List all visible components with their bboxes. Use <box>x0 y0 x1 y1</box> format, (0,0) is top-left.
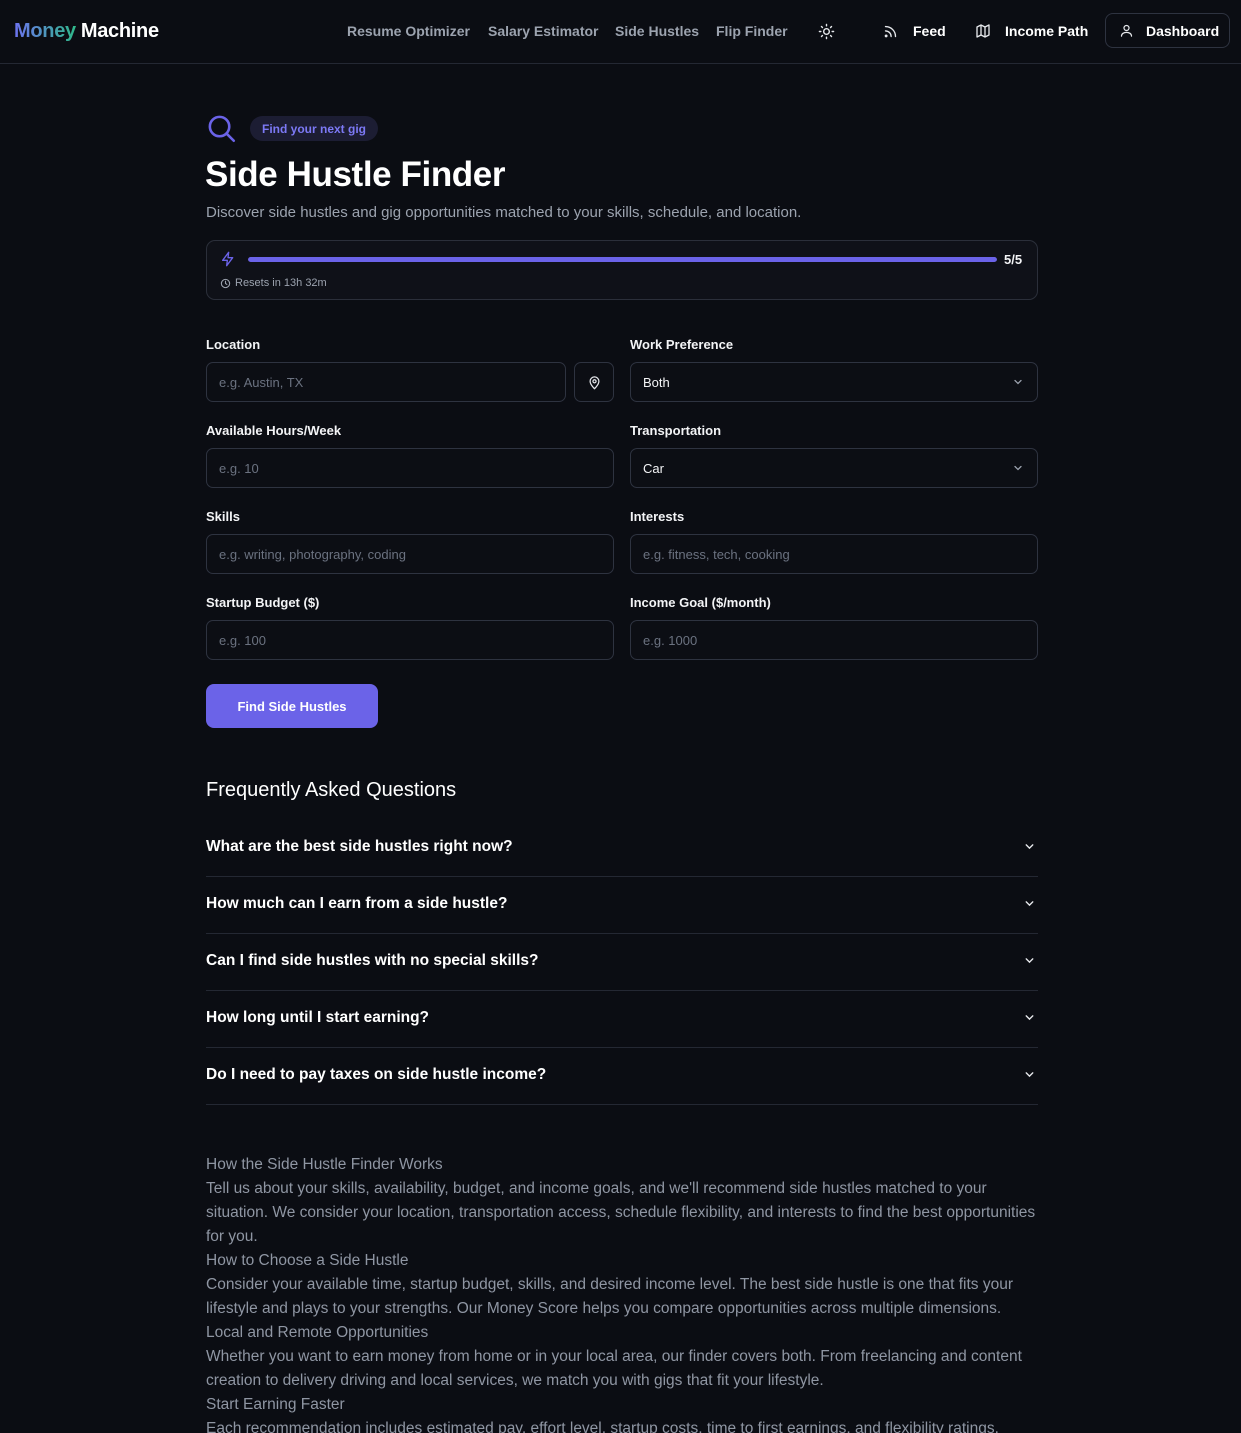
transportation-label: Transportation <box>630 423 722 438</box>
work-preference-select[interactable]: Both <box>630 362 1038 402</box>
page-subtitle: Discover side hustles and gig opportunit… <box>206 204 802 221</box>
work-preference-value: Both <box>643 374 670 390</box>
budget-label: Startup Budget ($) <box>206 595 320 610</box>
faq-item[interactable]: How much can I earn from a side hustle? <box>206 877 1038 934</box>
chevron-down-icon <box>1023 954 1036 972</box>
article-paragraph: Consider your available time, startup bu… <box>206 1276 1013 1317</box>
article-paragraph: Each recommendation includes estimated p… <box>206 1420 999 1433</box>
location-label: Location <box>206 337 261 352</box>
income-goal-field <box>630 620 1038 660</box>
article-heading: How to Choose a Side Hustle <box>206 1252 409 1269</box>
income-goal-input[interactable] <box>631 621 1037 659</box>
budget-input[interactable] <box>207 621 613 659</box>
reset-text: Resets in 13h 32m <box>235 277 327 289</box>
search-icon <box>206 113 237 149</box>
usage-meter: 5/5 Resets in 13h 32m <box>206 240 1038 300</box>
faq-item[interactable]: Do I need to pay taxes on side hustle in… <box>206 1048 1038 1105</box>
lightning-icon <box>220 251 236 272</box>
hours-label: Available Hours/Week <box>206 423 342 438</box>
hours-input[interactable] <box>207 449 613 487</box>
location-field <box>206 362 566 402</box>
clock-icon <box>220 278 231 289</box>
nav-side-hustles[interactable]: Side Hustles <box>615 23 699 39</box>
chevron-down-icon <box>1012 376 1024 388</box>
top-nav: Money Machine Resume Optimizer Salary Est… <box>0 0 1241 64</box>
dashboard-button[interactable]: Dashboard <box>1105 13 1230 48</box>
location-input[interactable] <box>207 363 565 401</box>
article-paragraph: Whether you want to earn money from home… <box>206 1348 1022 1389</box>
rss-icon <box>883 24 898 39</box>
article-heading: Local and Remote Opportunities <box>206 1324 429 1341</box>
nav-flip-finder[interactable]: Flip Finder <box>716 23 788 39</box>
brand-money: Money <box>14 20 76 42</box>
faq-question: How much can I earn from a side hustle? <box>206 895 508 912</box>
chevron-down-icon <box>1023 840 1036 858</box>
work-preference-label: Work Preference <box>630 337 734 352</box>
page-title: Side Hustle Finder <box>205 155 506 194</box>
article-heading: How the Side Hustle Finder Works <box>206 1156 443 1173</box>
seo-article: How the Side Hustle Finder Works Tell us… <box>206 1153 1038 1433</box>
brand-logo[interactable]: Money Machine <box>14 20 159 43</box>
faq-question: What are the best side hustles right now… <box>206 838 513 855</box>
hours-field <box>206 448 614 488</box>
tagline-pill: Find your next gig <box>250 116 378 141</box>
sun-icon[interactable] <box>818 23 835 40</box>
faq-question: Can I find side hustles with no special … <box>206 952 539 969</box>
faq-item[interactable]: How long until I start earning? <box>206 991 1038 1048</box>
skills-field <box>206 534 614 574</box>
nav-feed[interactable]: Feed <box>913 23 946 39</box>
chevron-down-icon <box>1023 1068 1036 1086</box>
faq-question: How long until I start earning? <box>206 1009 430 1026</box>
article-heading: Start Earning Faster <box>206 1396 345 1413</box>
interests-label: Interests <box>630 509 685 524</box>
interests-input[interactable] <box>631 535 1037 573</box>
faq-question: Do I need to pay taxes on side hustle in… <box>206 1066 547 1083</box>
nav-salary-estimator[interactable]: Salary Estimator <box>488 23 599 39</box>
skills-input[interactable] <box>207 535 613 573</box>
budget-field <box>206 620 614 660</box>
dashboard-label: Dashboard <box>1146 22 1220 39</box>
interests-field <box>630 534 1038 574</box>
nav-income-path[interactable]: Income Path <box>1005 23 1088 39</box>
user-icon <box>1119 23 1134 38</box>
use-my-location-button[interactable] <box>574 362 614 402</box>
nav-resume-optimizer[interactable]: Resume Optimizer <box>347 23 470 39</box>
find-side-hustles-button[interactable]: Find Side Hustles <box>206 684 378 728</box>
chevron-down-icon <box>1023 897 1036 915</box>
usage-count: 5/5 <box>1004 252 1023 267</box>
faq-item[interactable]: What are the best side hustles right now… <box>206 820 1038 877</box>
faq-item[interactable]: Can I find side hustles with no special … <box>206 934 1038 991</box>
skills-label: Skills <box>206 509 240 524</box>
usage-progress-bar <box>248 257 997 262</box>
faq-title: Frequently Asked Questions <box>206 779 457 801</box>
map-pin-icon <box>587 375 602 390</box>
chevron-down-icon <box>1023 1011 1036 1029</box>
transportation-select[interactable]: Car <box>630 448 1038 488</box>
chevron-down-icon <box>1012 462 1024 474</box>
transportation-value: Car <box>643 460 664 476</box>
brand-machine: Machine <box>80 20 159 42</box>
usage-progress-fill <box>248 257 997 262</box>
income-goal-label: Income Goal ($/month) <box>630 595 771 610</box>
article-paragraph: Tell us about your skills, availability,… <box>206 1180 1036 1245</box>
map-icon <box>975 23 991 39</box>
reset-timer: Resets in 13h 32m <box>220 277 327 289</box>
